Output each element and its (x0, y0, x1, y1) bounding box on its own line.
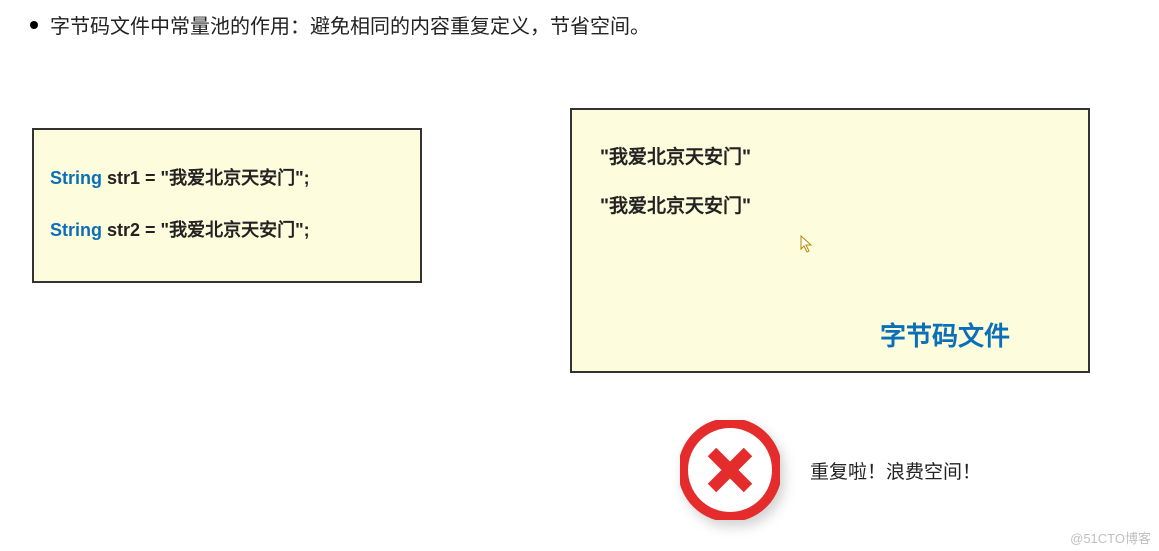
error-row: 重复啦！浪费空间！ (680, 420, 981, 520)
watermark: @51CTO博客 (1070, 528, 1151, 547)
code-box: String str1 = "我爱北京天安门"; String str2 = "… (32, 128, 422, 283)
bytecode-label: 字节码文件 (880, 316, 1010, 353)
bullet-text: 字节码文件中常量池的作用：避免相同的内容重复定义，节省空间。 (50, 10, 650, 39)
string-literal-1: "我爱北京天安门" (600, 142, 1060, 169)
error-x-icon (680, 420, 780, 520)
cursor-icon (800, 235, 814, 258)
error-text: 重复啦！浪费空间！ (810, 457, 981, 484)
string-literal-2: "我爱北京天安门" (600, 191, 1060, 218)
bullet-dot-icon (30, 21, 38, 29)
keyword-string-2: String (50, 220, 102, 240)
keyword-string-1: String (50, 168, 102, 188)
code-line-1: String str1 = "我爱北京天安门"; (50, 164, 404, 190)
bullet-row: 字节码文件中常量池的作用：避免相同的内容重复定义，节省空间。 (30, 10, 650, 39)
bytecode-box: "我爱北京天安门" "我爱北京天安门" 字节码文件 (570, 108, 1090, 373)
code-rest-2: str2 = "我爱北京天安门"; (102, 220, 310, 240)
code-line-2: String str2 = "我爱北京天安门"; (50, 216, 404, 242)
code-rest-1: str1 = "我爱北京天安门"; (102, 168, 310, 188)
